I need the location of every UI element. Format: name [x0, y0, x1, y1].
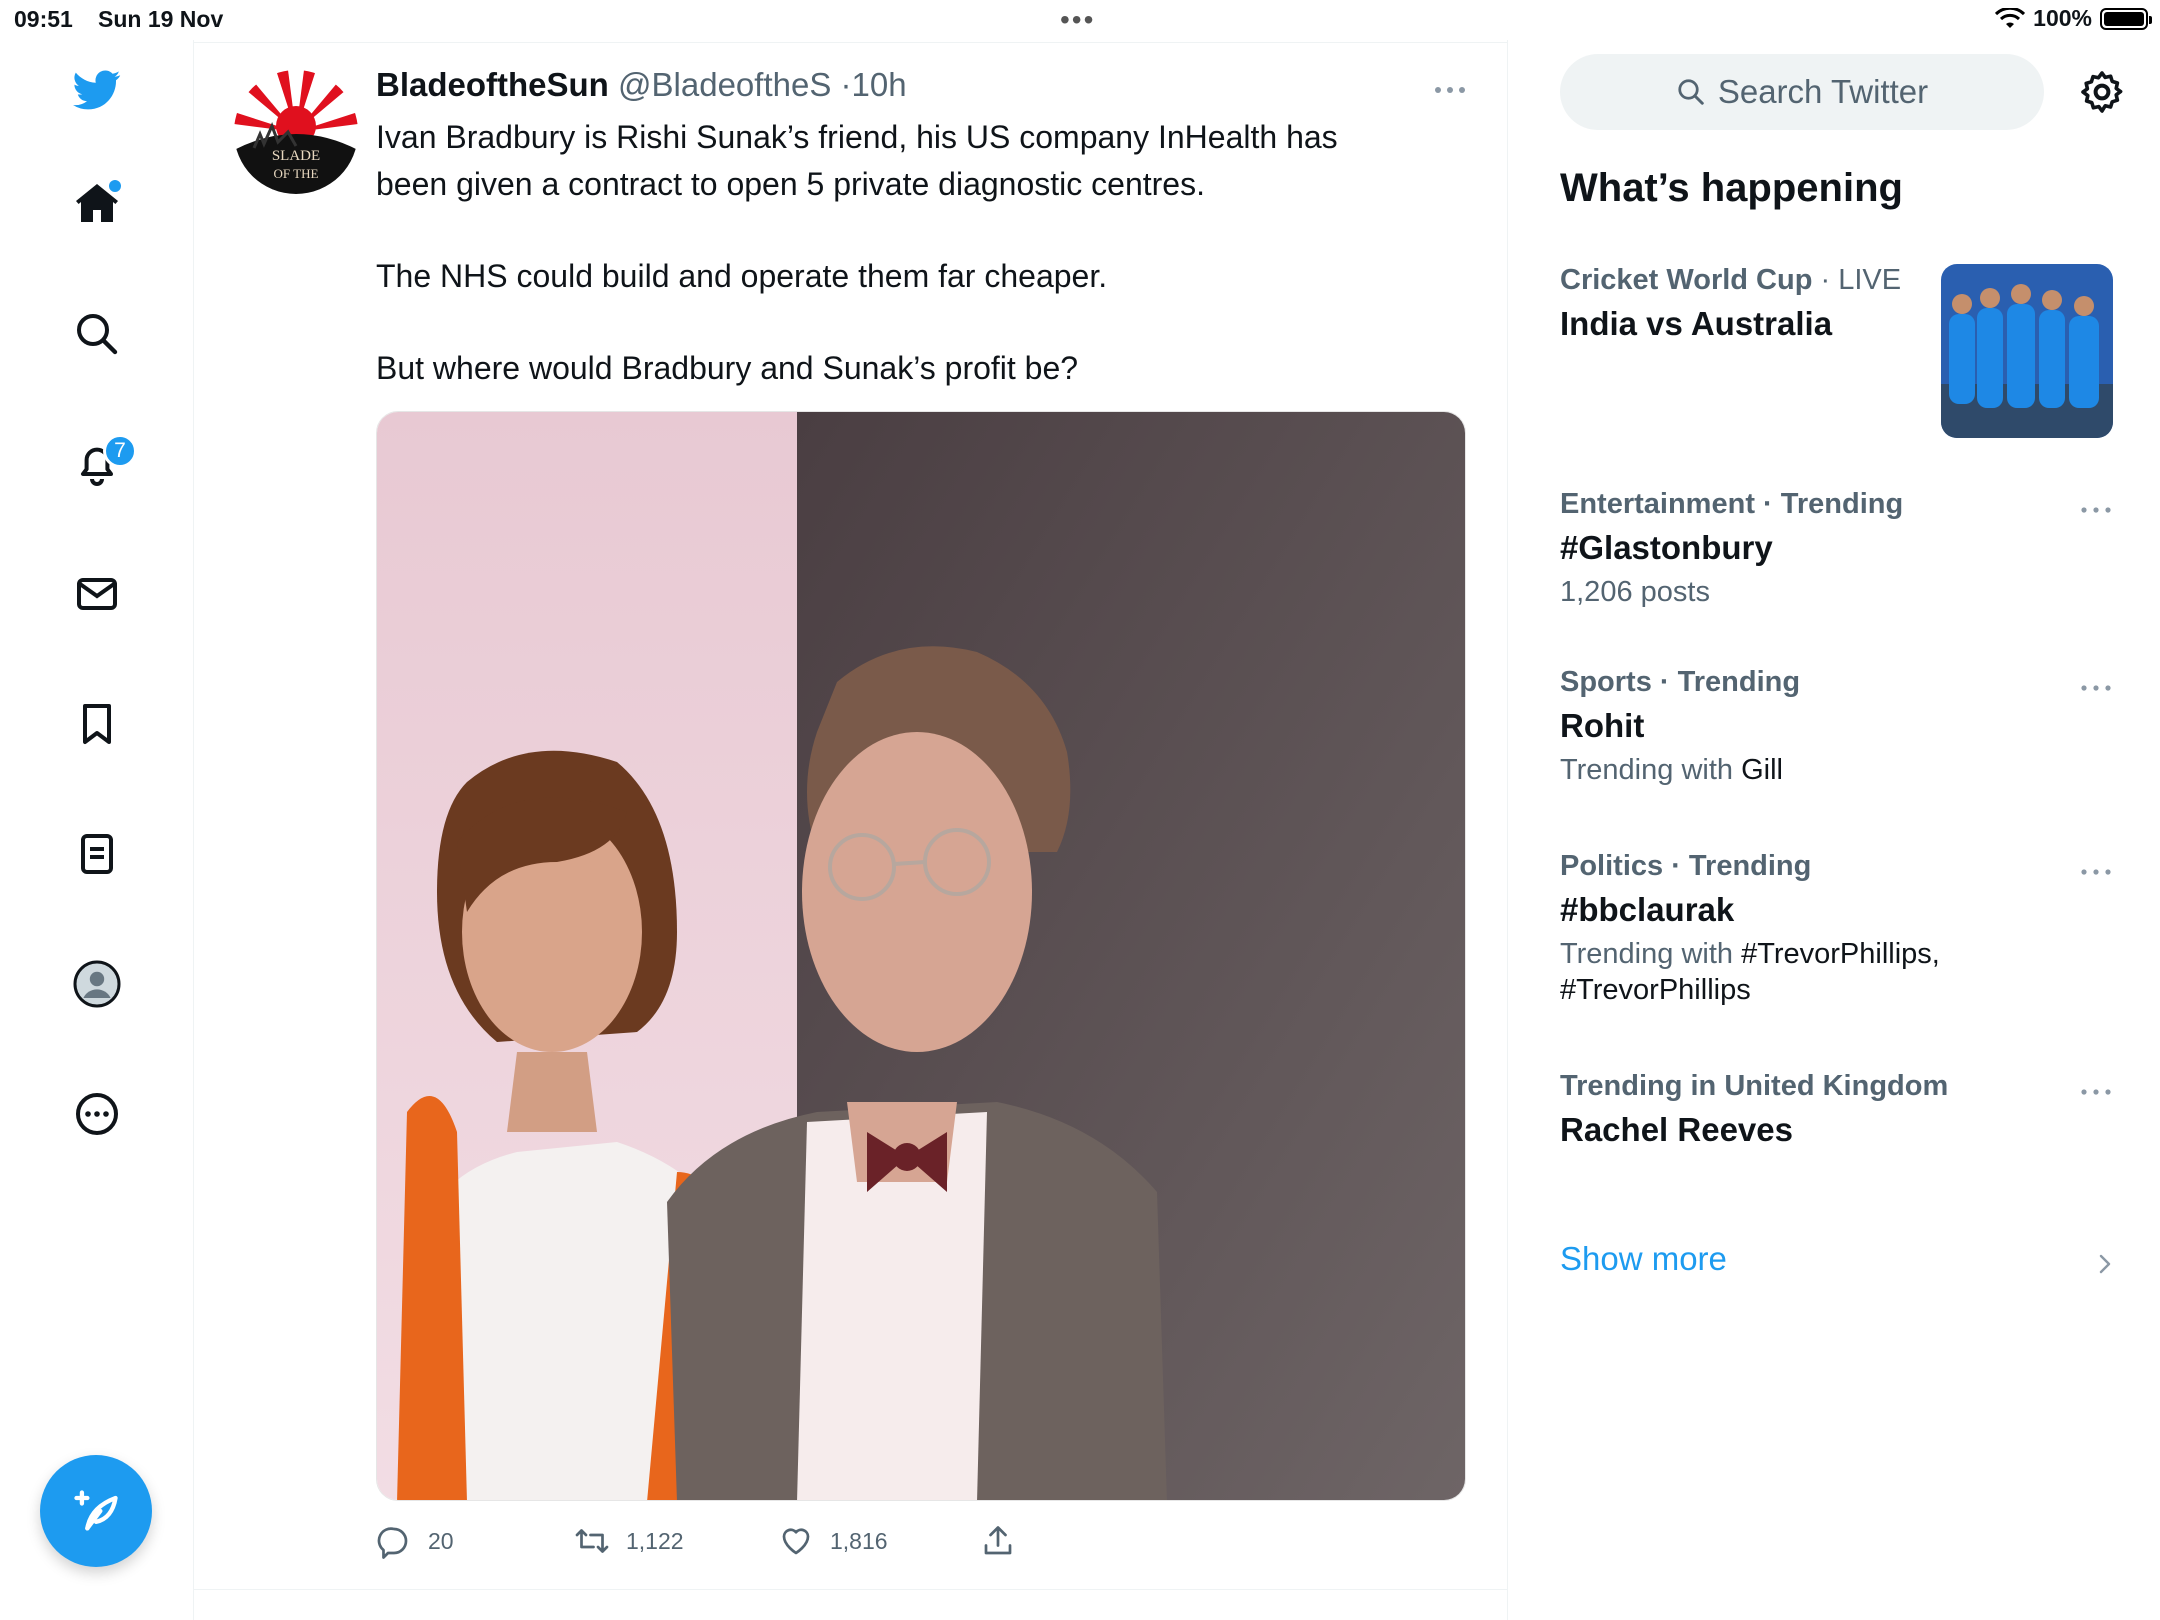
live-tag: LIVE	[1838, 264, 1902, 296]
trend-more-icon[interactable]	[2078, 678, 2114, 698]
tweet-text-line: Ivan Bradbury is Rishi Sunak’s friend, h…	[376, 119, 1338, 155]
author-name[interactable]: BladeoftheSun	[376, 66, 609, 103]
trend-title: #bbclaurak	[1560, 891, 1735, 928]
tweet-text: Ivan Bradbury is Rishi Sunak’s friend, h…	[376, 114, 1456, 392]
nav-bookmarks[interactable]	[57, 684, 137, 764]
compose-tweet-button[interactable]	[40, 1455, 152, 1567]
tweet-actions: 20 1,122 1,816	[376, 1518, 1466, 1564]
chevron-right-icon[interactable]	[2094, 1250, 2116, 1278]
whats-happening-heading: What’s happening	[1560, 166, 1903, 210]
nav-explore[interactable]	[57, 294, 137, 374]
search-box[interactable]: Search Twitter	[1560, 54, 2044, 130]
multitasking-dots-icon[interactable]: •••	[1060, 4, 1095, 36]
trend-title: #Glastonbury	[1560, 529, 1773, 566]
tweet-photo[interactable]	[376, 411, 1466, 1501]
battery-icon	[2100, 7, 2152, 30]
trend-title: India vs Australia	[1560, 305, 1833, 342]
trend-item[interactable]: Sports · Trending Rohit Trending with Gi…	[1560, 664, 2120, 788]
nav-notifications[interactable]: 7	[57, 424, 137, 504]
trend-more-icon[interactable]	[2078, 862, 2114, 882]
gear-icon[interactable]	[2078, 68, 2126, 116]
tweet-more-options-icon[interactable]	[1430, 80, 1470, 100]
notifications-badge: 7	[103, 434, 137, 468]
more-icon	[76, 1093, 118, 1135]
nav-messages[interactable]	[57, 554, 137, 634]
tweet-header: BladeoftheSun @BladeoftheS ·10h	[376, 66, 907, 104]
trend-item[interactable]: Entertainment · Trending #Glastonbury 1,…	[1560, 486, 2120, 610]
bookmark-icon	[83, 704, 111, 744]
trend-category: Trending in United Kingdom	[1560, 1070, 1949, 1102]
nav-home[interactable]	[57, 164, 137, 244]
mail-icon	[77, 578, 117, 610]
compose-icon	[74, 1490, 118, 1531]
home-unread-dot	[109, 180, 121, 192]
retweet-icon	[575, 1529, 609, 1553]
trend-subtitle: Trending with #TrevorPhillips, #TrevorPhi…	[1560, 938, 1940, 1006]
trend-category: Politics · Trending	[1560, 850, 1812, 882]
timeline: SLADE OF THE BladeoftheSun @BladeoftheS …	[194, 40, 1508, 1620]
heart-icon	[782, 1528, 810, 1555]
trend-subtitle: Trending with Gill	[1560, 754, 1783, 786]
twitter-logo-icon[interactable]	[57, 50, 137, 130]
trend-category: Sports · Trending	[1560, 666, 1801, 698]
tweet-text-line: But where would Bradbury and Sunak’s pro…	[376, 350, 1079, 386]
retweet-button[interactable]: 1,122	[574, 1518, 684, 1564]
search-icon	[77, 314, 118, 355]
reply-button[interactable]: 20	[376, 1518, 454, 1564]
lists-icon	[81, 834, 113, 874]
trend-more-icon[interactable]	[2078, 500, 2114, 520]
nav-profile[interactable]	[57, 944, 137, 1024]
share-button[interactable]	[980, 1518, 1016, 1564]
trend-title: Rachel Reeves	[1560, 1111, 1793, 1148]
trend-category: Entertainment · Trending	[1560, 488, 1904, 520]
nav-lists[interactable]	[57, 814, 137, 894]
nav-more[interactable]	[57, 1074, 137, 1154]
trend-title: Rohit	[1560, 707, 1645, 744]
reply-icon	[377, 1527, 408, 1559]
show-more-link[interactable]: Show more	[1560, 1240, 1727, 1278]
status-time: 09:51	[14, 6, 73, 32]
avatar-text-2: OF THE	[274, 166, 319, 181]
like-button[interactable]: 1,816	[778, 1518, 888, 1564]
search-placeholder: Search Twitter	[1717, 73, 1929, 110]
author-handle[interactable]: @BladeoftheS	[618, 66, 831, 103]
tweet-text-line: been given a contract to open 5 private …	[376, 166, 1205, 202]
trend-item[interactable]: Politics · Trending #bbclaurak Trending …	[1560, 848, 2120, 1008]
trend-category: Cricket World Cup · LIVE	[1560, 264, 1902, 296]
right-sidebar: Search Twitter What’s happening Cricket …	[1508, 40, 2160, 1620]
retweet-count: 1,122	[626, 1527, 684, 1554]
tweet-author-avatar[interactable]: SLADE OF THE	[234, 70, 358, 194]
meta-separator: ·	[840, 66, 852, 103]
like-count: 1,816	[830, 1527, 888, 1554]
tweet-age[interactable]: 10h	[852, 66, 907, 103]
trend-item[interactable]: Trending in United Kingdom Rachel Reeves	[1560, 1068, 2120, 1152]
status-bar: 09:51 Sun 19 Nov ••• 100%	[0, 0, 2160, 40]
trend-item[interactable]: Cricket World Cup · LIVE India vs Austra…	[1560, 262, 1930, 346]
trend-more-icon[interactable]	[2078, 1082, 2114, 1102]
trend-subtitle: 1,206 posts	[1560, 576, 1710, 608]
left-nav: 7	[0, 40, 194, 1620]
share-icon	[984, 1526, 1012, 1555]
trend-thumbnail[interactable]	[1941, 264, 2113, 438]
battery-percent: 100%	[2033, 5, 2092, 31]
reply-count: 20	[428, 1527, 454, 1554]
tweet-text-line: The NHS could build and operate them far…	[376, 258, 1108, 294]
status-indicators: 100%	[1995, 5, 2152, 32]
search-icon	[1678, 79, 1704, 105]
status-date: Sun 19 Nov	[98, 6, 224, 32]
avatar-text-1: SLADE	[272, 148, 320, 164]
profile-avatar	[73, 960, 121, 1008]
wifi-icon	[1995, 7, 2026, 28]
